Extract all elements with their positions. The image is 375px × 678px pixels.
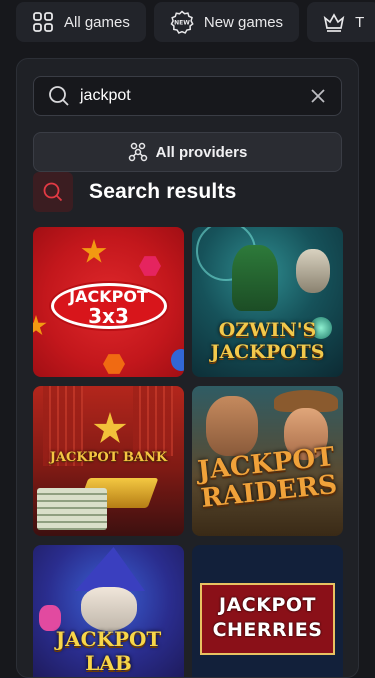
search-panel: jackpot All providers Search results JAC… <box>16 58 359 678</box>
wizard-beard <box>81 587 137 631</box>
game-tile-jackpot-bank[interactable]: JACKPOT BANK <box>33 386 184 536</box>
decor-gem <box>171 349 184 371</box>
new-badge-icon: NEW <box>170 10 194 34</box>
search-query[interactable]: jackpot <box>80 87 309 105</box>
game-title-line1: JACKPOT <box>55 627 162 651</box>
game-tile-jackpot-lab[interactable]: JACKPOT LAB <box>33 545 184 677</box>
game-title-line2: JACKPOTS <box>210 341 325 363</box>
cash-stack <box>37 488 107 530</box>
game-title-line2: LAB <box>85 651 132 675</box>
category-new-games[interactable]: NEW New games <box>153 2 300 42</box>
category-label: T <box>355 13 365 31</box>
top-category-nav: All games NEW New games T <box>16 2 375 42</box>
close-icon[interactable] <box>309 87 327 105</box>
all-providers-button[interactable]: All providers <box>33 132 342 172</box>
owl-figure <box>296 249 330 293</box>
wizard-figure <box>232 245 278 311</box>
building-bg <box>133 386 173 456</box>
game-title: JACKPOT LAB <box>33 627 184 675</box>
svg-text:NEW: NEW <box>174 20 190 27</box>
providers-label: All providers <box>155 143 248 161</box>
game-grid: JACKPOT 3x3 OZWIN'S JACKPOTS JACKPOT BAN… <box>33 227 343 677</box>
decor-hexagon <box>103 354 125 374</box>
game-tile-ozwins-jackpots[interactable]: OZWIN'S JACKPOTS <box>192 227 343 377</box>
game-title: JACKPOT CHERRIES <box>192 593 343 643</box>
decor-hexagon <box>139 256 161 276</box>
game-title-line2: CHERRIES <box>212 619 323 641</box>
results-search-icon-box <box>33 172 73 212</box>
game-title-line1: JACKPOT <box>219 594 316 616</box>
game-title: JACKPOT RAIDERS <box>192 442 343 514</box>
game-title-line1: OZWIN'S <box>218 319 317 341</box>
grid-icon <box>33 12 53 32</box>
results-title: Search results <box>89 180 237 203</box>
category-top[interactable]: T <box>307 2 375 42</box>
star-trophy <box>93 412 127 443</box>
game-tile-jackpot-raiders[interactable]: JACKPOT RAIDERS <box>192 386 343 536</box>
category-label: All games <box>64 13 130 31</box>
search-input[interactable]: jackpot <box>33 76 342 116</box>
search-icon <box>43 182 63 202</box>
search-icon <box>49 86 69 106</box>
crown-icon <box>323 13 345 32</box>
wizard-hat <box>75 547 145 591</box>
game-title: JACKPOT BANK <box>49 450 168 465</box>
game-title: OZWIN'S JACKPOTS <box>192 319 343 363</box>
category-label: New games <box>203 13 284 31</box>
results-header: Search results <box>33 172 237 212</box>
game-tile-jackpot-3x3[interactable]: JACKPOT 3x3 <box>33 227 184 377</box>
game-title-sub: 3x3 <box>88 304 129 328</box>
game-tile-jackpot-cherries[interactable]: JACKPOT CHERRIES <box>192 545 343 677</box>
category-all-games[interactable]: All games <box>16 2 146 42</box>
providers-icon <box>128 142 147 162</box>
character-face <box>206 396 258 456</box>
decor-star <box>81 239 107 263</box>
